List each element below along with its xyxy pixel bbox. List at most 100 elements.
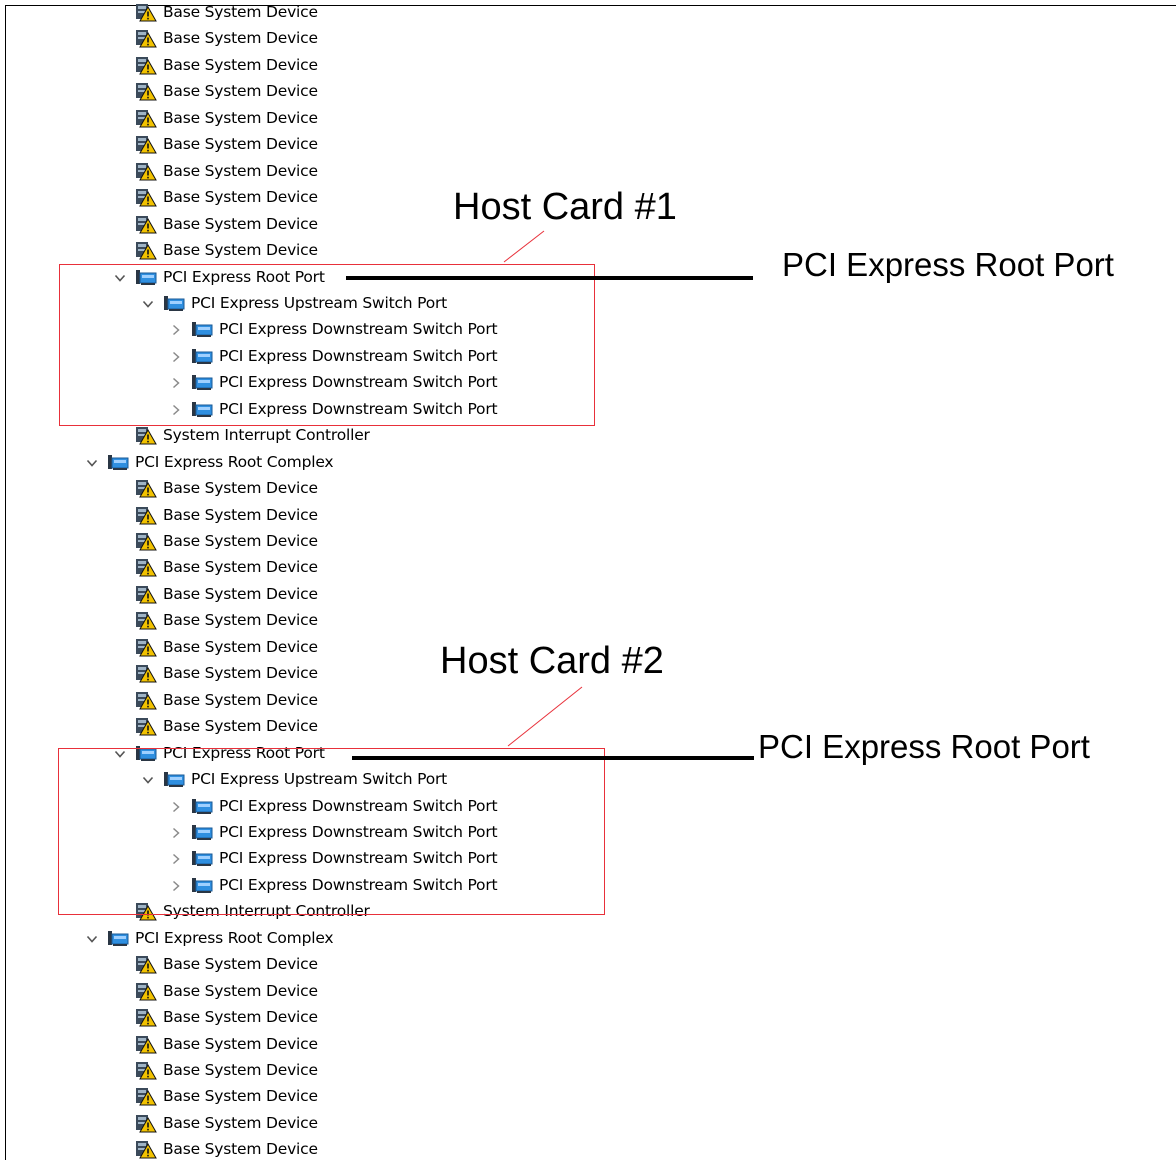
tree-item-base-system-device[interactable]: Base System Device	[113, 713, 318, 739]
tree-item-label: Base System Device	[163, 611, 318, 630]
tree-item-base-system-device[interactable]: Base System Device	[113, 237, 318, 263]
tree-item-label: System Interrupt Controller	[163, 426, 370, 445]
tree-item-label: Base System Device	[163, 981, 318, 1000]
warning-device-icon	[135, 425, 157, 445]
tree-item-base-system-device[interactable]: Base System Device	[113, 528, 318, 554]
host-card-2-box	[58, 748, 605, 915]
device-tree: Base System Device Base System Device Base…	[6, 3, 1176, 1162]
warning-device-icon	[135, 610, 157, 630]
warning-device-icon	[135, 981, 157, 1001]
warning-device-icon	[135, 55, 157, 75]
tree-item-base-system-device[interactable]: Base System Device	[113, 158, 318, 184]
tree-item-label: Base System Device	[163, 29, 318, 48]
warning-device-icon	[135, 81, 157, 101]
tree-item-label: Base System Device	[163, 1113, 318, 1132]
tree-item-base-system-device[interactable]: Base System Device	[113, 25, 318, 51]
warning-device-icon	[135, 134, 157, 154]
warning-device-icon	[135, 1007, 157, 1027]
tree-item-label: PCI Express Root Complex	[135, 928, 334, 947]
tree-item-label: Base System Device	[163, 532, 318, 550]
tree-item-base-system-device[interactable]: Base System Device	[113, 211, 318, 237]
tree-item-base-system-device[interactable]: Base System Device	[113, 184, 318, 210]
tree-item-label: Base System Device	[163, 82, 318, 101]
tree-item-base-system-device[interactable]: Base System Device	[113, 634, 318, 660]
warning-device-icon	[135, 557, 157, 577]
tree-item-label: Base System Device	[163, 558, 318, 577]
tree-item-base-system-device[interactable]: Base System Device	[113, 581, 318, 607]
warning-device-icon	[135, 1086, 157, 1106]
tree-item-base-system-device[interactable]: Base System Device	[113, 52, 318, 78]
warning-device-icon	[135, 663, 157, 683]
tree-item-base-system-device[interactable]: Base System Device	[113, 78, 318, 104]
tree-item-base-system-device[interactable]: Base System Device	[113, 607, 318, 633]
tree-item-base-system-device[interactable]: Base System Device	[113, 1031, 318, 1057]
tree-item-base-system-device[interactable]: Base System Device	[113, 660, 318, 686]
tree-item-label: Base System Device	[163, 1087, 318, 1106]
tree-item-base-system-device[interactable]: Base System Device	[113, 131, 318, 157]
tree-item-base-system-device[interactable]: Base System Device	[113, 502, 318, 528]
tree-item-base-system-device[interactable]: Base System Device	[113, 105, 318, 131]
chevron-down-icon[interactable]	[85, 931, 99, 945]
tree-item-base-system-device[interactable]: Base System Device	[113, 951, 318, 977]
warning-device-icon	[135, 505, 157, 525]
tree-item-base-system-device[interactable]: Base System Device	[113, 1136, 318, 1162]
pci-device-icon	[107, 928, 129, 948]
tree-item-label: Base System Device	[163, 584, 318, 603]
tree-item-label: Base System Device	[163, 161, 318, 180]
warning-device-icon	[135, 637, 157, 657]
tree-item-system-interrupt-controller[interactable]: System Interrupt Controller	[113, 422, 370, 448]
warning-device-icon	[135, 2, 157, 22]
tree-item-base-system-device[interactable]: Base System Device	[113, 0, 318, 25]
host-card-1-label: Host Card #1	[453, 186, 677, 228]
chevron-down-icon[interactable]	[85, 455, 99, 469]
root-port-2-label: PCI Express Root Port	[758, 728, 1090, 765]
tree-item-label: Base System Device	[163, 1061, 318, 1079]
tree-item-base-system-device[interactable]: Base System Device	[113, 1110, 318, 1136]
tree-item-base-system-device[interactable]: Base System Device	[113, 554, 318, 580]
warning-device-icon	[135, 954, 157, 974]
warning-device-icon	[135, 108, 157, 128]
tree-item-base-system-device[interactable]: Base System Device	[113, 687, 318, 713]
host-card-2-label: Host Card #2	[440, 640, 664, 682]
tree-item-pci-express-root-complex[interactable]: PCI Express Root Complex	[85, 449, 334, 475]
tree-item-base-system-device[interactable]: Base System Device	[113, 1057, 318, 1083]
root-port-1-leader-line	[346, 276, 753, 280]
tree-item-label: Base System Device	[163, 108, 318, 127]
warning-device-icon	[135, 28, 157, 48]
warning-device-icon	[135, 531, 157, 551]
root-port-2-leader-line	[352, 756, 754, 760]
tree-item-base-system-device[interactable]: Base System Device	[113, 1083, 318, 1109]
tree-item-label: Base System Device	[163, 717, 318, 736]
tree-item-base-system-device[interactable]: Base System Device	[113, 475, 318, 501]
tree-item-label: Base System Device	[163, 1140, 318, 1159]
tree-item-pci-express-root-complex[interactable]: PCI Express Root Complex	[85, 925, 334, 951]
tree-item-base-system-device[interactable]: Base System Device	[113, 978, 318, 1004]
tree-item-label: PCI Express Root Complex	[135, 452, 334, 471]
tree-item-label: Base System Device	[163, 664, 318, 683]
warning-device-icon	[135, 1034, 157, 1054]
tree-item-base-system-device[interactable]: Base System Device	[113, 1004, 318, 1030]
tree-item-label: Base System Device	[163, 505, 318, 524]
warning-device-icon	[135, 478, 157, 498]
tree-item-label: Base System Device	[163, 690, 318, 709]
